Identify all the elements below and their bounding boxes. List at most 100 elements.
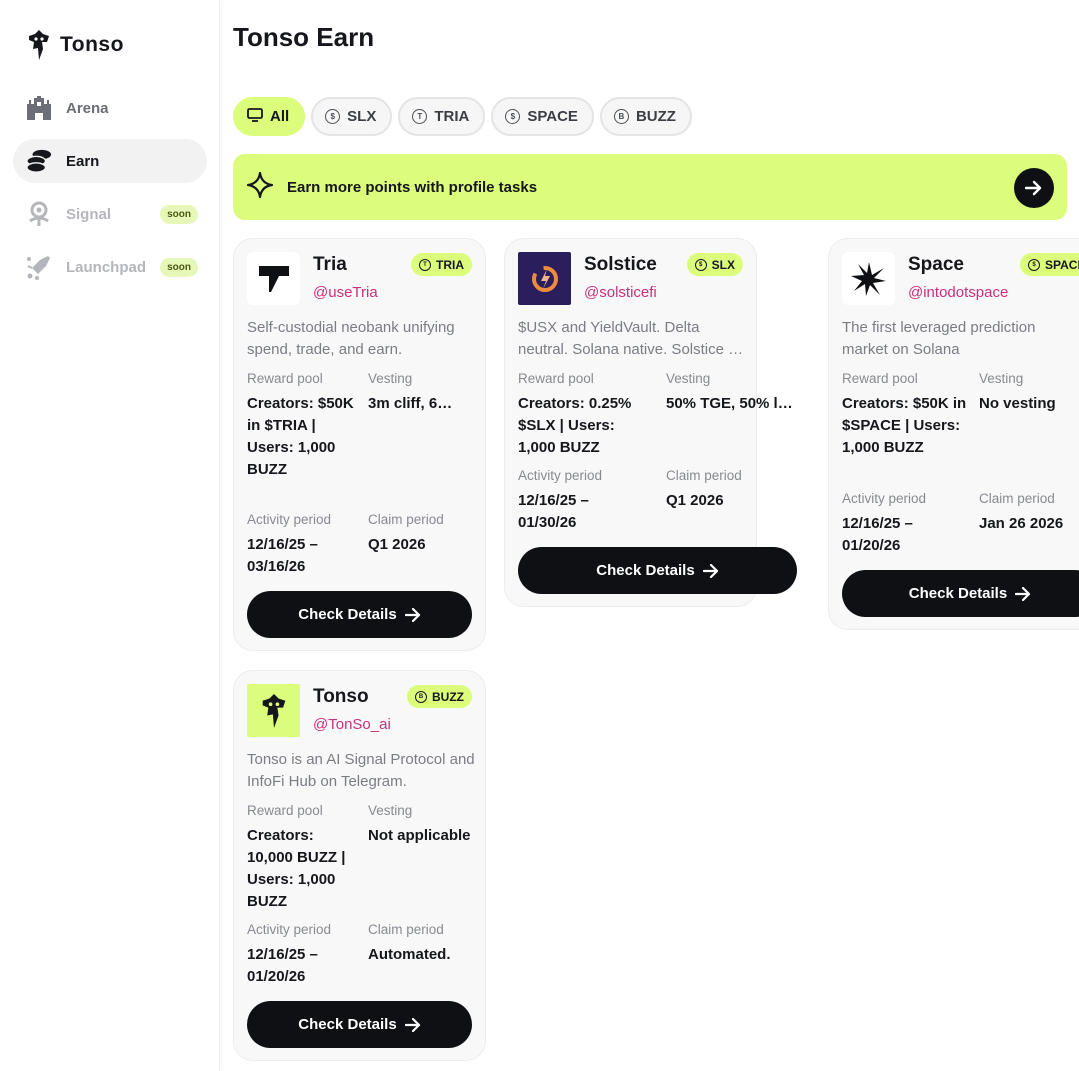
card-description: Tonso is an AI Signal Protocol and InfoF… (247, 751, 475, 790)
card-description: $USX and YieldVault. Delta neutral. Sola… (518, 319, 739, 358)
sidebar: Tonso Arena Earn Signal soon Launchpad s… (0, 0, 220, 1071)
sidebar-nav: Arena Earn Signal soon Launchpad soon (13, 86, 207, 298)
filter-tabs: All $ SLX T TRIA $ SPACE B BUZZ (233, 97, 692, 136)
tab-label: TRIA (434, 108, 470, 125)
card-description: Self-custodial neobank unifying spend, t… (247, 319, 455, 358)
sidebar-item-label: Earn (66, 152, 100, 170)
button-label: Check Details (596, 562, 695, 579)
logo[interactable]: Tonso (26, 30, 124, 60)
button-label: Check Details (298, 606, 397, 623)
check-details-button[interactable]: Check Details (518, 547, 797, 594)
arrow-right-icon (1015, 586, 1031, 601)
claim-period-value: Q1 2026 (368, 536, 426, 553)
card-handle[interactable]: @TonSo_ai (313, 716, 391, 733)
activity-period-value: 12/16/25 – 01/20/26 (842, 515, 913, 554)
tab-all[interactable]: All (233, 97, 306, 136)
sidebar-item-label: Launchpad (66, 258, 147, 276)
token-badge: $ SPACE (1020, 253, 1079, 276)
vesting-label: Vesting (368, 371, 413, 386)
button-label: Check Details (298, 1016, 397, 1033)
tab-tria[interactable]: T TRIA (398, 97, 486, 136)
card-title: Tria (313, 254, 347, 275)
coin-icon: T (419, 258, 431, 271)
arrow-right-icon (1025, 180, 1042, 196)
earn-card-solstice: Solstice @solsticefi $ SLX $USX and Yield… (504, 238, 797, 607)
banner-arrow-button[interactable] (1014, 168, 1054, 208)
sidebar-item-label: Arena (66, 99, 109, 117)
vesting-label: Vesting (666, 371, 711, 386)
claim-period-value: Jan 26 2026 (979, 515, 1064, 532)
soon-badge: soon (160, 258, 198, 277)
app-name: Tonso (60, 33, 124, 56)
claim-period-label: Claim period (368, 922, 444, 937)
reward-pool-value: Creators: 10,000 BUZZ | Users: 1,000 BUZ… (247, 827, 346, 910)
sidebar-item-label: Signal (66, 205, 112, 223)
vesting-label: Vesting (979, 371, 1024, 386)
button-label: Check Details (908, 585, 1008, 602)
coin-icon: $ (1028, 258, 1040, 271)
coin-icon: $ (505, 109, 521, 124)
banner-text: Earn more points with profile tasks (287, 178, 538, 196)
reward-pool-label: Reward pool (247, 371, 323, 386)
claim-period-label: Claim period (979, 491, 1055, 506)
check-details-button[interactable]: Check Details (247, 1001, 472, 1048)
earn-card-space: Space @intodotspace $ SPACE The first lev… (828, 238, 1079, 630)
claim-period-label: Claim period (666, 468, 742, 483)
activity-period-value: 12/16/25 – 01/30/26 (518, 492, 589, 531)
badge-label: SLX (711, 257, 735, 272)
reward-pool-value: Creators: $50K in $SPACE | Users: 1,000 … (842, 395, 967, 456)
activity-period-label: Activity period (518, 468, 603, 483)
profile-tasks-banner[interactable]: Earn more points with profile tasks (233, 154, 1067, 220)
tab-slx[interactable]: $ SLX (311, 97, 393, 136)
reward-pool-label: Reward pool (247, 803, 323, 818)
vesting-value: 50% TGE, 50% later (666, 395, 796, 412)
tonso-logo-icon (29, 30, 49, 60)
card-handle[interactable]: @intodotspace (908, 284, 1008, 301)
claim-period-label: Claim period (368, 512, 444, 527)
tab-label: BUZZ (635, 108, 676, 125)
coins-icon (26, 148, 52, 174)
activity-period-label: Activity period (247, 922, 332, 937)
activity-period-value: 12/16/25 – 01/20/26 (247, 946, 318, 985)
sidebar-item-signal[interactable]: Signal soon (13, 192, 207, 236)
token-badge: T TRIA (411, 253, 472, 276)
arrow-right-icon (404, 1017, 420, 1032)
arrow-right-icon (404, 607, 420, 622)
signal-icon (26, 201, 52, 227)
card-title: Solstice (584, 254, 657, 275)
reward-pool-label: Reward pool (842, 371, 918, 386)
card-handle[interactable]: @solsticefi (584, 284, 657, 301)
tria-logo (247, 252, 300, 305)
sparkle-icon (246, 171, 274, 203)
activity-period-label: Activity period (247, 512, 332, 527)
page-title: Tonso Earn (233, 22, 375, 52)
tonso-card-logo (247, 684, 300, 737)
coin-icon: $ (325, 109, 341, 124)
soon-badge: soon (160, 205, 198, 224)
castle-icon (26, 95, 52, 121)
claim-period-value: Q1 2026 (666, 492, 724, 509)
reward-pool-value: Creators: $50K in $TRIA | Users: 1,000 B… (247, 395, 354, 478)
coin-icon: $ (694, 258, 707, 271)
card-description: The first leveraged prediction market on… (842, 319, 1036, 358)
tab-space[interactable]: $ SPACE (491, 97, 594, 136)
card-title: Space (908, 254, 964, 275)
coin-icon: B (415, 690, 427, 703)
activity-period-label: Activity period (842, 491, 927, 506)
monitor-icon (247, 107, 263, 126)
main-content: Tonso Earn All $ SLX T TRIA $ SPACE B BU… (233, 0, 1079, 1071)
check-details-button[interactable]: Check Details (842, 570, 1079, 617)
coin-icon: T (412, 109, 428, 124)
arrow-right-icon (702, 563, 718, 578)
tab-buzz[interactable]: B BUZZ (599, 97, 692, 136)
claim-period-value: Automated. (368, 946, 451, 963)
sidebar-item-earn[interactable]: Earn (13, 139, 207, 183)
earn-card-tonso: Tonso @TonSo_ai B BUZZ Tonso is an AI Sig… (233, 670, 486, 1061)
token-badge: $ SLX (686, 253, 743, 276)
sidebar-item-arena[interactable]: Arena (13, 86, 207, 130)
check-details-button[interactable]: Check Details (247, 591, 472, 638)
card-handle[interactable]: @useTria (313, 284, 378, 301)
badge-label: TRIA (436, 257, 464, 272)
badge-label: SPACE (1045, 257, 1079, 272)
sidebar-item-launchpad[interactable]: Launchpad soon (13, 245, 207, 289)
